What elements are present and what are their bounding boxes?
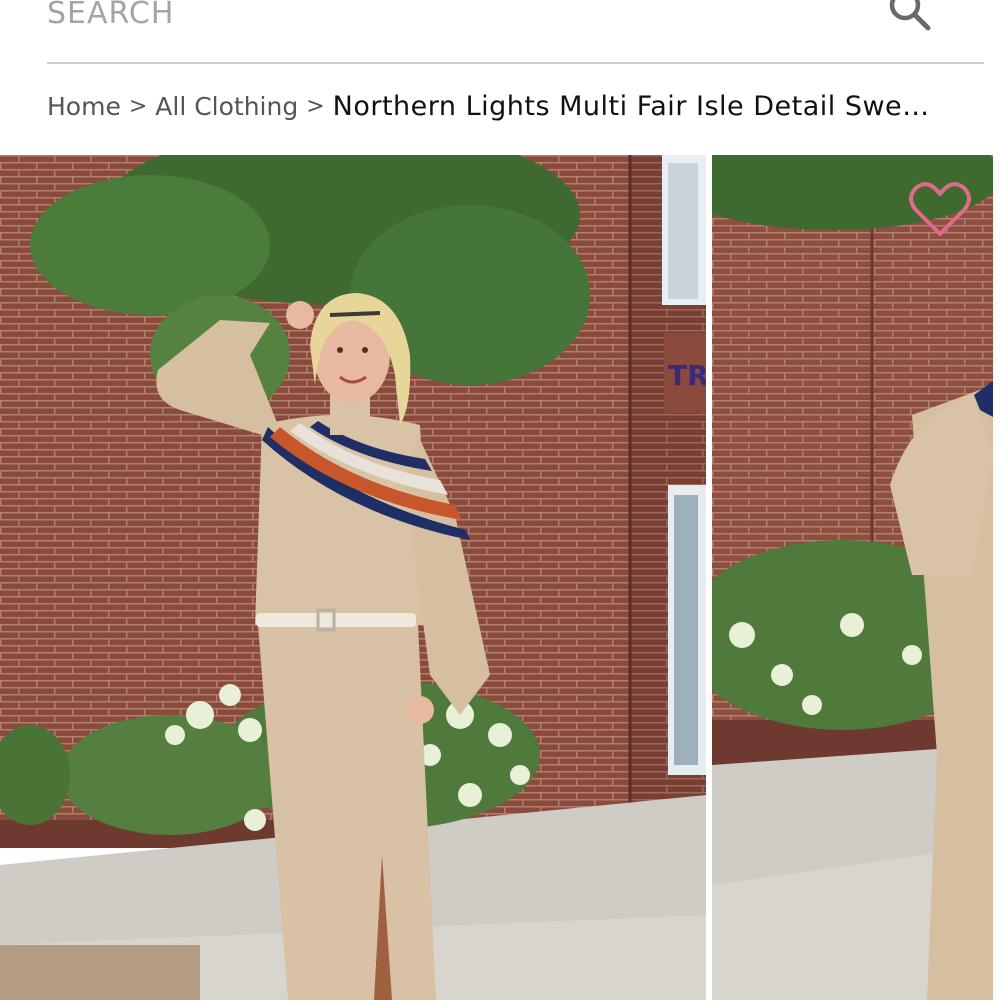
heart-outline-icon xyxy=(908,182,972,244)
breadcrumb-separator: > xyxy=(128,93,148,119)
search-input[interactable] xyxy=(47,0,847,40)
breadcrumb-current-page: Northern Lights Multi Fair Isle Detail S… xyxy=(332,90,930,122)
breadcrumb-separator: > xyxy=(306,93,325,119)
wishlist-button[interactable] xyxy=(908,180,972,240)
search-icon[interactable] xyxy=(886,0,934,34)
product-image-gallery[interactable]: TRU xyxy=(0,155,1000,1000)
breadcrumb: Home > All Clothing > Northern Lights Mu… xyxy=(47,86,967,126)
breadcrumb-category-link[interactable]: All Clothing xyxy=(155,92,298,121)
storefront-sign-text: TRU xyxy=(668,359,706,392)
search-bar xyxy=(47,0,984,64)
product-page: Home > All Clothing > Northern Lights Mu… xyxy=(0,0,1000,1000)
breadcrumb-home-link[interactable]: Home xyxy=(47,92,121,121)
product-image-secondary[interactable] xyxy=(712,155,993,1000)
product-image-main[interactable]: TRU xyxy=(0,155,706,1000)
